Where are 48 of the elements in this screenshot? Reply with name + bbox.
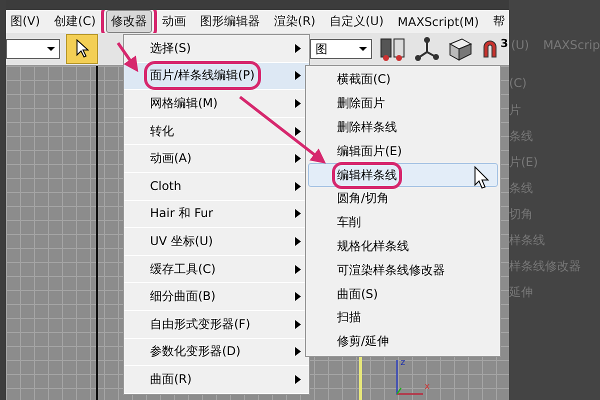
menu-item[interactable]: 可渲染样条线修改器 [308, 258, 498, 282]
submenu-arrow-icon [295, 182, 301, 191]
menu-item[interactable]: 图形编辑器 [196, 11, 264, 32]
menu-item[interactable]: 帮 [488, 11, 509, 32]
select-tool-button[interactable] [66, 34, 98, 64]
axis-tool-icon[interactable] [414, 36, 440, 62]
snap-count: 3 [500, 37, 508, 50]
dropdown-arrow-icon [45, 45, 58, 53]
menu-item[interactable]: 创建(C) [50, 11, 100, 32]
menu-item[interactable]: 编辑样条线 [308, 163, 498, 187]
menu-item[interactable]: 删除样条线 [308, 116, 498, 140]
menu-item[interactable]: 修剪/延伸 [308, 330, 498, 354]
menu-item[interactable]: 曲面(R) [124, 366, 309, 394]
submenu-arrow-icon [295, 236, 301, 246]
menu-item[interactable]: 扫描 [308, 306, 498, 330]
axis-label: z [400, 358, 406, 368]
menu-item[interactable]: 规格化样条线 [308, 234, 498, 258]
annotation-arrow [116, 42, 138, 72]
menu-item[interactable]: 渲染(R) [270, 11, 320, 32]
cursor-icon [474, 166, 490, 189]
view-dropdown[interactable]: 图 [310, 39, 372, 59]
menu-item[interactable]: 编辑面片(E) [308, 139, 498, 164]
submenu-arrow-icon [295, 154, 301, 164]
pointer-arrow-icon [75, 39, 90, 59]
submenu-arrow-icon [295, 264, 301, 274]
dropdown-arrow-icon [357, 45, 370, 53]
submenu-arrow-icon [295, 126, 301, 136]
submenu-arrow-icon [295, 320, 301, 329]
submenu-arrow-icon [295, 98, 301, 108]
menu-item[interactable]: MAXScript(M) [394, 12, 483, 30]
submenu-arrow-icon [295, 374, 301, 384]
menu-item[interactable]: 自定义(U) [325, 11, 388, 32]
submenu-arrow-icon [295, 347, 301, 356]
menu-item[interactable]: 车削 [308, 210, 498, 235]
menu-item[interactable]: 删除面片 [308, 92, 498, 116]
menu-item[interactable]: 面片/样条线编辑(P) [124, 62, 309, 90]
submenu-arrow-icon [295, 292, 301, 302]
submenu-arrow-icon [295, 209, 301, 218]
axis-label: x [424, 382, 430, 392]
menu-item[interactable]: 图(V) [6, 11, 44, 32]
axis-gizmo-icon [394, 358, 424, 398]
menu-item[interactable]: 曲面(S) [308, 282, 498, 306]
dropdown[interactable] [6, 39, 60, 59]
submenu-arrow-icon [295, 44, 301, 53]
menu-item[interactable]: 动画 [158, 11, 190, 32]
menu-item[interactable]: 圆角/切角 [308, 186, 498, 211]
menu-item[interactable]: 横截面(C) [308, 68, 498, 92]
submenu-arrow-icon [295, 71, 301, 80]
